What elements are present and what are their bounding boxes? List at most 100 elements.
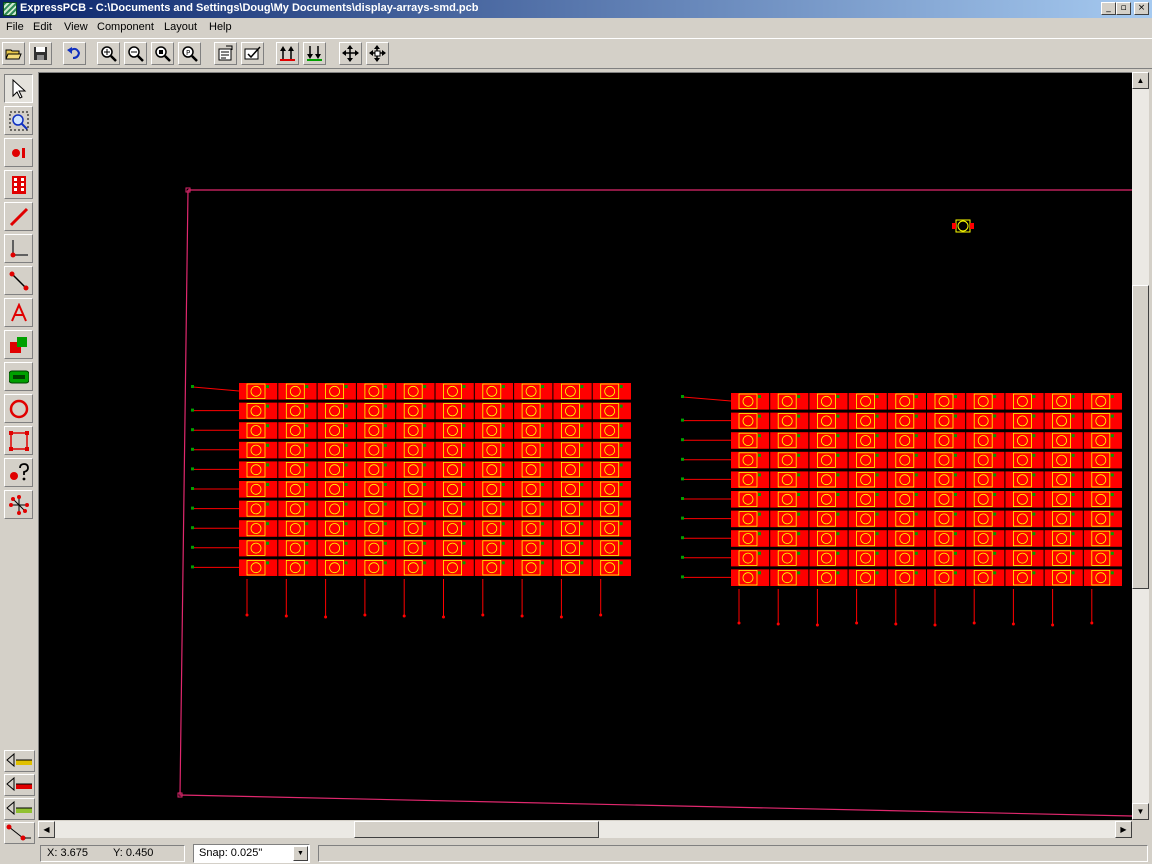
led-component[interactable] [514, 461, 553, 478]
led-component[interactable] [435, 461, 474, 478]
scroll-right-button[interactable]: ▶ [1115, 821, 1132, 838]
led-component[interactable] [317, 539, 356, 557]
row-trace[interactable] [682, 396, 732, 402]
led-component[interactable] [592, 520, 631, 537]
led-array-right[interactable] [681, 393, 1122, 627]
led-component[interactable] [514, 481, 553, 498]
angle-trace-tool[interactable] [4, 234, 33, 263]
led-array-left[interactable] [191, 383, 631, 619]
led-component[interactable] [848, 451, 887, 469]
led-component[interactable] [239, 402, 278, 420]
led-component[interactable] [848, 510, 887, 528]
led-component[interactable] [239, 461, 278, 478]
led-component[interactable] [887, 432, 926, 449]
led-component[interactable] [927, 549, 966, 567]
column-pad[interactable] [245, 613, 249, 617]
filled-plane-tool[interactable] [4, 330, 33, 359]
column-pad[interactable] [1090, 621, 1094, 625]
led-component[interactable] [239, 539, 278, 557]
column-pad[interactable] [815, 623, 819, 627]
led-component[interactable] [592, 500, 631, 518]
column-pad[interactable] [737, 621, 741, 625]
led-component[interactable] [848, 412, 887, 430]
led-component[interactable] [770, 569, 809, 586]
led-component[interactable] [396, 559, 435, 576]
net-tool[interactable] [4, 490, 33, 519]
horizontal-scrollbar[interactable]: ◀ ▶ [38, 821, 1132, 838]
led-component[interactable] [731, 510, 770, 528]
led-component[interactable] [592, 422, 631, 439]
led-component[interactable] [278, 500, 317, 518]
vertical-scrollbar[interactable]: ▲ ▼ [1132, 72, 1149, 820]
led-component[interactable] [396, 461, 435, 478]
column-pad[interactable] [284, 614, 288, 618]
column-pad[interactable] [324, 615, 328, 619]
scroll-up-button[interactable]: ▲ [1132, 72, 1149, 89]
led-component[interactable] [239, 441, 278, 459]
led-component[interactable] [239, 422, 278, 439]
led-component[interactable] [966, 530, 1005, 547]
led-component[interactable] [887, 491, 926, 508]
led-component[interactable] [809, 530, 848, 547]
led-component[interactable] [317, 500, 356, 518]
led-component[interactable] [731, 432, 770, 449]
led-component[interactable] [848, 393, 887, 410]
bottom-layer-visibility-button[interactable] [4, 774, 35, 796]
column-pad[interactable] [599, 613, 603, 617]
led-component[interactable] [1083, 549, 1122, 567]
led-component[interactable] [278, 383, 317, 400]
row-pad[interactable] [681, 395, 684, 398]
led-component[interactable] [553, 539, 592, 557]
led-component[interactable] [809, 393, 848, 410]
plane-shape-tool[interactable] [4, 362, 33, 391]
led-component[interactable] [553, 559, 592, 576]
query-tool[interactable] [4, 458, 33, 487]
led-component[interactable] [1005, 530, 1044, 547]
led-component[interactable] [1083, 510, 1122, 528]
led-component[interactable] [278, 559, 317, 576]
save-button[interactable] [29, 42, 52, 65]
column-pad[interactable] [402, 614, 406, 618]
led-component[interactable] [474, 481, 514, 498]
led-component[interactable] [1044, 412, 1083, 430]
led-component[interactable] [927, 432, 966, 449]
led-component[interactable] [317, 422, 356, 439]
led-component[interactable] [396, 481, 435, 498]
led-component[interactable] [317, 383, 356, 400]
led-component[interactable] [356, 422, 396, 439]
led-component[interactable] [239, 520, 278, 537]
zoom-in-button[interactable] [97, 42, 120, 65]
row-pad[interactable] [191, 408, 194, 412]
led-component[interactable] [927, 471, 966, 488]
led-component[interactable] [1044, 549, 1083, 567]
row-pad[interactable] [681, 418, 684, 422]
column-pad[interactable] [559, 615, 563, 619]
led-component[interactable] [356, 520, 396, 537]
menu-file[interactable]: File [6, 21, 24, 33]
led-component[interactable] [966, 471, 1005, 488]
led-component[interactable] [592, 383, 631, 400]
column-pad[interactable] [1011, 622, 1015, 626]
led-component[interactable] [1083, 432, 1122, 449]
led-component[interactable] [239, 383, 278, 400]
row-pad[interactable] [191, 526, 194, 530]
led-component[interactable] [770, 549, 809, 567]
row-pad[interactable] [191, 506, 194, 510]
led-component[interactable] [435, 520, 474, 537]
text-tool[interactable] [4, 298, 33, 327]
led-component[interactable] [553, 500, 592, 518]
led-component[interactable] [278, 441, 317, 459]
led-component[interactable] [848, 432, 887, 449]
move-all-button[interactable] [366, 42, 389, 65]
led-component[interactable] [927, 393, 966, 410]
led-component[interactable] [966, 451, 1005, 469]
led-component[interactable] [1044, 432, 1083, 449]
scroll-down-button[interactable]: ▼ [1132, 803, 1149, 820]
led-component[interactable] [966, 491, 1005, 508]
led-component[interactable] [966, 510, 1005, 528]
led-component[interactable] [966, 393, 1005, 410]
led-component[interactable] [474, 520, 514, 537]
led-component[interactable] [396, 383, 435, 400]
led-component[interactable] [848, 530, 887, 547]
led-component[interactable] [317, 441, 356, 459]
